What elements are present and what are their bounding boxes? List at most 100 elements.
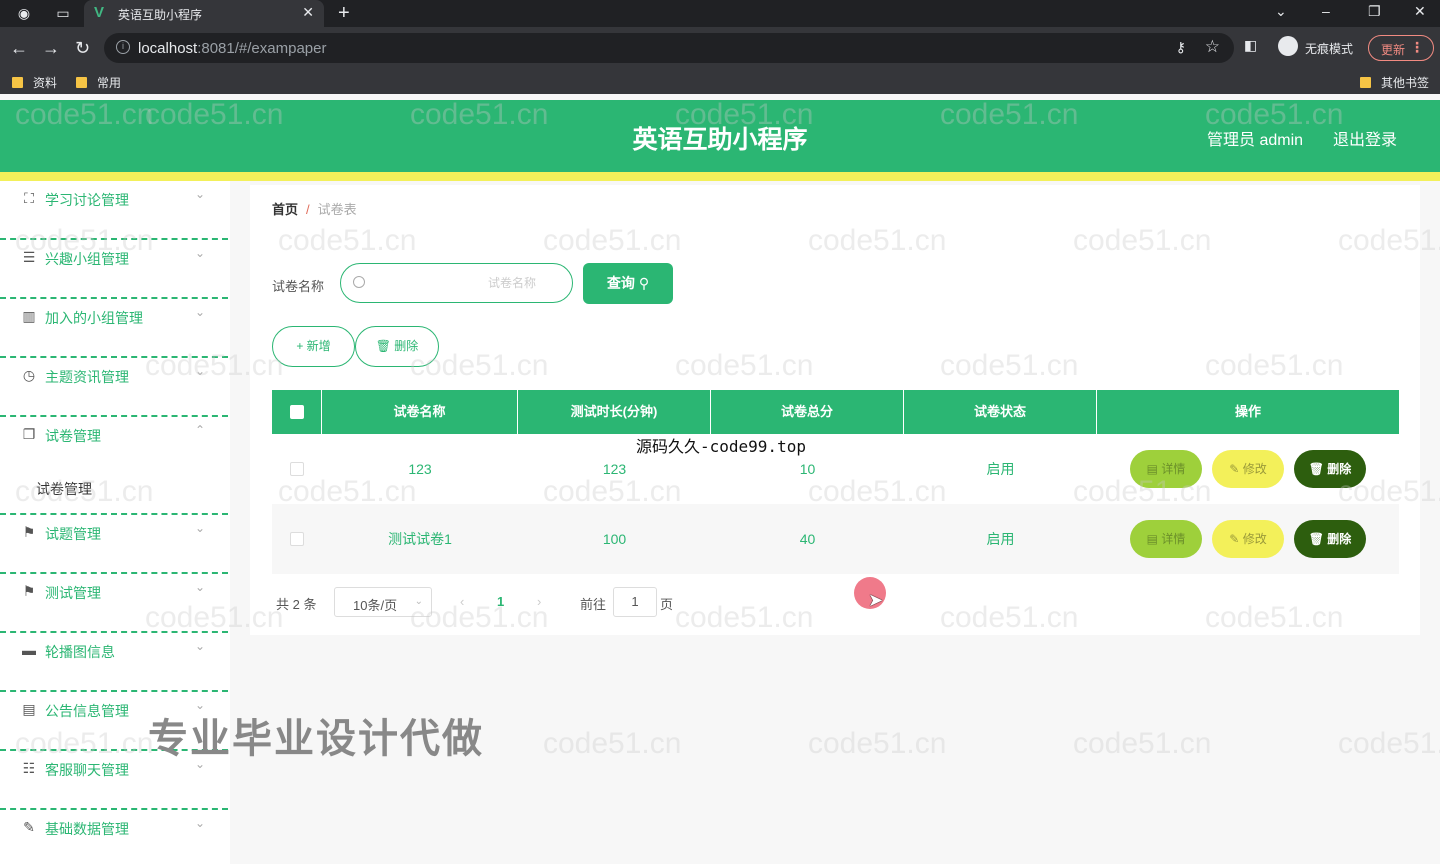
bookmark-star-icon[interactable]: ☆ xyxy=(1205,37,1220,57)
folder-icon xyxy=(76,77,87,88)
new-tab-icon[interactable]: + xyxy=(338,2,350,25)
bookmark-folder-2[interactable]: 常用 xyxy=(76,74,121,91)
close-window-icon[interactable]: ✕ xyxy=(1414,3,1426,20)
edit-icon: ✎ xyxy=(23,819,35,835)
sidebar-item-label: 加入的小组管理 xyxy=(45,310,143,326)
tab-title: 英语互助小程序 xyxy=(118,8,203,22)
sidebar-subitem-exampaper[interactable]: 试卷管理 xyxy=(36,479,92,499)
header-name: 试卷名称 xyxy=(322,390,518,434)
books-icon: ▥ xyxy=(22,308,36,324)
cell-duration: 100 xyxy=(602,531,627,547)
expand-icon: ⛶ xyxy=(24,190,34,206)
sidebar-item-carousel[interactable]: ▬ 轮播图信息 ⌄ xyxy=(0,633,228,692)
table-header: 试卷名称 测试时长(分钟) 试卷总分 试卷状态 操作 xyxy=(272,390,1399,434)
header-score: 试卷总分 xyxy=(711,390,904,434)
sidebar-item-label: 基础数据管理 xyxy=(45,821,129,837)
promo-overlay-text: 专业毕业设计代做 xyxy=(148,717,484,761)
tab-search-icon[interactable]: ⌄ xyxy=(1275,3,1287,20)
other-bookmarks[interactable]: 其他书签 xyxy=(1360,74,1429,91)
search-input[interactable] xyxy=(371,272,566,294)
sidebar-item-label: 学习讨论管理 xyxy=(45,192,129,208)
page-size-select[interactable]: 10条/页 ⌄ xyxy=(334,587,432,617)
sidebar-item-label: 试题管理 xyxy=(45,526,101,542)
cell-name: 123 xyxy=(408,461,432,477)
flag-icon: ⚑ xyxy=(22,524,36,540)
plus-icon: + xyxy=(296,339,304,353)
sidebar-item-label: 兴趣小组管理 xyxy=(45,251,129,267)
next-page-icon[interactable]: › xyxy=(537,594,541,609)
page-suffix: 页 xyxy=(660,597,674,612)
url-field[interactable]: i localhost:8081/#/exampaper ⚷ ☆ xyxy=(104,33,1234,63)
key-icon[interactable]: ⚷ xyxy=(1176,39,1186,56)
film-icon: ▬ xyxy=(22,642,36,658)
page-number[interactable]: 1 xyxy=(497,594,504,609)
sidebar-item-exampaper[interactable]: ❐ 试卷管理 ⌃ xyxy=(0,417,228,515)
minimize-icon[interactable]: – xyxy=(1322,3,1330,19)
detail-button[interactable]: ▤ 详情 xyxy=(1130,450,1202,488)
incognito-icon[interactable] xyxy=(1278,36,1298,56)
mouse-cursor-icon: ➤ xyxy=(868,590,884,610)
document-icon: ▤ xyxy=(1146,462,1158,476)
user-label: 管理员 admin xyxy=(1207,132,1304,149)
table-row: 123 123 10 启用 ▤ 详情 ✎ 修改 🗑 删除 xyxy=(272,434,1399,504)
sidebar-item-joined-group[interactable]: ▥ 加入的小组管理 ⌄ xyxy=(0,299,228,358)
edit-button[interactable]: ✎ 修改 xyxy=(1212,450,1284,488)
reload-icon[interactable]: ↻ xyxy=(75,38,90,58)
chevron-down-icon: ⌄ xyxy=(195,364,206,378)
restore-icon[interactable]: ❐ xyxy=(1368,3,1381,20)
chevron-down-icon: ⌄ xyxy=(195,246,206,260)
more-icon[interactable]: ⋮ xyxy=(1410,39,1424,56)
close-tab-icon[interactable]: ✕ xyxy=(302,4,314,21)
chevron-down-icon: ⌄ xyxy=(195,580,206,594)
goto-page-input[interactable]: 1 xyxy=(613,587,657,617)
forward-icon[interactable]: → xyxy=(42,38,60,58)
sidebar-item-discussion[interactable]: ⛶ 学习讨论管理 ⌄ xyxy=(0,181,228,240)
pencil-icon: ✎ xyxy=(1229,462,1240,476)
update-button[interactable]: 更新 ⋮ xyxy=(1368,35,1434,61)
row-checkbox[interactable] xyxy=(290,532,304,546)
row-checkbox[interactable] xyxy=(290,462,304,476)
sidebar-item-tests[interactable]: ⚑ 测试管理 ⌄ xyxy=(0,574,228,633)
browser-tab[interactable]: V 英语互助小程序 ✕ xyxy=(84,0,324,27)
add-button-label: 新增 xyxy=(306,339,331,353)
sidepanel-icon[interactable]: ◧ xyxy=(1244,37,1257,54)
info-icon[interactable]: i xyxy=(116,40,130,54)
breadcrumb-home[interactable]: 首页 xyxy=(272,202,298,217)
sidebar-item-basic-data[interactable]: ✎ 基础数据管理 ⌄ xyxy=(0,810,228,864)
address-bar: ← → ↻ i localhost:8081/#/exampaper ⚷ ☆ ◧… xyxy=(0,27,1440,70)
url-text: localhost:8081/#/exampaper xyxy=(138,40,327,57)
trash-icon: 🗑 xyxy=(1308,532,1324,546)
detail-button[interactable]: ▤ 详情 xyxy=(1130,520,1202,558)
prev-page-icon[interactable]: ‹ xyxy=(460,594,464,609)
browser-menu-icon[interactable]: ◉ xyxy=(16,5,32,21)
sidebar-item-news[interactable]: ◷ 主题资讯管理 ⌄ xyxy=(0,358,228,417)
sidebar-item-questions[interactable]: ⚑ 试题管理 ⌄ xyxy=(0,515,228,574)
breadcrumb-current: 试卷表 xyxy=(317,202,357,217)
window-icon[interactable]: ▭ xyxy=(55,5,71,21)
batch-delete-button[interactable]: 🗑 删除 xyxy=(355,326,439,367)
back-icon[interactable]: ← xyxy=(10,38,28,58)
browser-tab-bar: ◉ ▭ V 英语互助小程序 ✕ + ⌄ – ❐ ✕ xyxy=(0,0,1440,27)
sidebar-item-label: 试卷管理 xyxy=(45,428,101,444)
trash-icon: 🗑 xyxy=(1308,462,1324,476)
edit-button[interactable]: ✎ 修改 xyxy=(1212,520,1284,558)
chevron-down-icon: ⌄ xyxy=(195,521,206,535)
chevron-down-icon: ⌄ xyxy=(195,187,206,201)
add-button[interactable]: + 新增 xyxy=(272,326,355,367)
bookmarks-bar: 资料 常用 其他书签 xyxy=(0,70,1440,94)
sidebar-item-interest-group[interactable]: ☰ 兴趣小组管理 ⌄ xyxy=(0,240,228,299)
folder-icon xyxy=(12,77,23,88)
delete-button-label: 删除 xyxy=(394,339,419,353)
delete-button[interactable]: 🗑 删除 xyxy=(1294,450,1366,488)
clock-icon: ◷ xyxy=(22,367,36,383)
delete-button[interactable]: 🗑 删除 xyxy=(1294,520,1366,558)
cell-status: 启用 xyxy=(986,461,1015,477)
logout-link[interactable]: 退出登录 xyxy=(1333,126,1397,150)
bookmark-folder-1[interactable]: 资料 xyxy=(12,74,57,91)
breadcrumb-separator: / xyxy=(306,202,310,217)
select-all-checkbox[interactable] xyxy=(290,405,304,419)
query-button[interactable]: 查询 ⚲ xyxy=(583,263,673,304)
goto-label: 前往 xyxy=(580,597,607,612)
trash-icon: 🗑 xyxy=(375,339,391,353)
notice-icon: ▤ xyxy=(22,701,36,717)
